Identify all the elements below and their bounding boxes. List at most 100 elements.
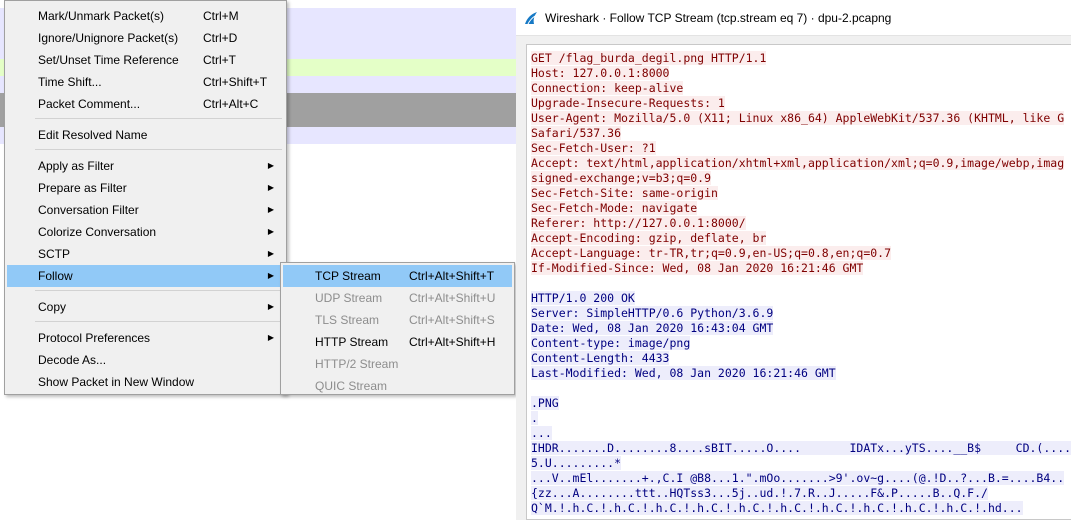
- stream-line-text: Server: SimpleHTTP/0.6 Python/3.6.9: [531, 306, 774, 320]
- stream-line-text: Content-type: image/png: [531, 336, 691, 350]
- server-stream-line: Content-Length: 4433: [531, 351, 670, 366]
- stream-line-text: IHDR.......D........8....sBIT.....O.... …: [531, 441, 1071, 455]
- client-stream-line: Accept-Encoding: gzip, deflate, br: [531, 231, 767, 246]
- window-title: Wireshark · Follow TCP Stream (tcp.strea…: [545, 11, 892, 25]
- follow-submenu: TCP Stream Ctrl+Alt+Shift+T UDP Stream Ctrl…: [280, 262, 515, 395]
- menu-item-label: Colorize Conversation: [38, 225, 157, 239]
- submenu-item-http-2-stream: HTTP/2 Stream: [283, 353, 512, 375]
- menu-item-label: Packet Comment...: [38, 97, 141, 111]
- menu-item-protocol-preferences[interactable]: Protocol Preferences ▶: [7, 327, 284, 349]
- menu-separator: [35, 321, 282, 322]
- follow-tcp-stream-window: Wireshark · Follow TCP Stream (tcp.strea…: [516, 0, 1071, 520]
- stream-content-pane[interactable]: GET /flag_burda_degil.png HTTP/1.1 Host: …: [526, 44, 1071, 520]
- stream-line-text: Referer: http://127.0.0.1:8000/: [531, 216, 746, 230]
- submenu-item-tcp-stream[interactable]: TCP Stream Ctrl+Alt+Shift+T: [283, 265, 512, 287]
- menu-item-shortcut: Ctrl+Alt+Shift+H: [409, 335, 496, 349]
- submenu-arrow-icon: ▶: [267, 183, 274, 192]
- server-stream-line: 5.U.........*: [531, 456, 622, 471]
- menu-item-shortcut: Ctrl+M: [203, 9, 239, 23]
- menu-item-label: Time Shift...: [38, 75, 102, 89]
- client-stream-line: Connection: keep-alive: [531, 81, 684, 96]
- client-stream-line: Referer: http://127.0.0.1:8000/: [531, 216, 746, 231]
- submenu-arrow-icon: ▶: [267, 161, 274, 170]
- server-stream-line: .PNG: [531, 396, 559, 411]
- menu-item-shortcut: Ctrl+T: [203, 53, 236, 67]
- client-stream-line: If-Modified-Since: Wed, 08 Jan 2020 16:2…: [531, 261, 864, 276]
- client-stream-line: Sec-Fetch-User: ?1: [531, 141, 656, 156]
- client-stream-line: Accept: text/html,application/xhtml+xml,…: [531, 156, 1065, 171]
- stream-line-text: Date: Wed, 08 Jan 2020 16:43:04 GMT: [531, 321, 774, 335]
- submenu-arrow-icon: ▶: [267, 333, 274, 342]
- menu-item-label: Edit Resolved Name: [38, 128, 148, 142]
- server-stream-line: ...: [531, 426, 552, 441]
- stream-line-text: Sec-Fetch-Mode: navigate: [531, 201, 698, 215]
- wireshark-fin-icon: [525, 12, 537, 25]
- menu-item-label: Ignore/Unignore Packet(s): [38, 31, 179, 45]
- menu-item-shortcut: Ctrl+D: [203, 31, 238, 45]
- stream-line-text: Host: 127.0.0.1:8000: [531, 66, 670, 80]
- submenu-item-udp-stream: UDP Stream Ctrl+Alt+Shift+U: [283, 287, 512, 309]
- stream-line-text: If-Modified-Since: Wed, 08 Jan 2020 16:2…: [531, 261, 864, 275]
- client-stream-line: Sec-Fetch-Site: same-origin: [531, 186, 718, 201]
- server-stream-line: Last-Modified: Wed, 08 Jan 2020 16:21:46…: [531, 366, 836, 381]
- menu-item-follow[interactable]: Follow ▶: [7, 265, 284, 287]
- window-titlebar[interactable]: Wireshark · Follow TCP Stream (tcp.strea…: [516, 0, 1071, 36]
- submenu-arrow-icon: ▶: [267, 205, 274, 214]
- stream-line-text: Sec-Fetch-Site: same-origin: [531, 186, 718, 200]
- stream-line-text: Accept-Encoding: gzip, deflate, br: [531, 231, 767, 245]
- menu-separator: [35, 149, 282, 150]
- menu-item-label: Prepare as Filter: [38, 181, 127, 195]
- stream-line-text: GET /flag_burda_degil.png HTTP/1.1: [531, 51, 767, 65]
- menu-item-colorize-conversation[interactable]: Colorize Conversation ▶: [7, 221, 284, 243]
- stream-line-text: User-Agent: Mozilla/5.0 (X11; Linux x86_…: [531, 111, 1065, 125]
- menu-item-conversation-filter[interactable]: Conversation Filter ▶: [7, 199, 284, 221]
- stream-line-text: HTTP/1.0 200 OK: [531, 291, 635, 305]
- server-stream-line: Server: SimpleHTTP/0.6 Python/3.6.9: [531, 306, 774, 321]
- stream-line-text: Connection: keep-alive: [531, 81, 684, 95]
- menu-item-label: Protocol Preferences: [38, 331, 151, 345]
- submenu-arrow-icon: ▶: [267, 249, 274, 258]
- stream-line-text: Safari/537.36: [531, 126, 622, 140]
- stream-line-text: {zz...A........ttt..HQTss3...5j..ud.!.7.…: [531, 486, 988, 500]
- stream-line-text: .: [531, 411, 538, 425]
- submenu-item-http-stream[interactable]: HTTP Stream Ctrl+Alt+Shift+H: [283, 331, 512, 353]
- stream-line-text: ...: [531, 426, 552, 440]
- menu-item-label: Mark/Unmark Packet(s): [38, 9, 165, 23]
- menu-item-mark-unmark-packet-s[interactable]: Mark/Unmark Packet(s) Ctrl+M: [7, 5, 284, 27]
- menu-item-apply-as-filter[interactable]: Apply as Filter ▶: [7, 155, 284, 177]
- client-stream-line: Upgrade-Insecure-Requests: 1: [531, 96, 725, 111]
- menu-item-decode-as[interactable]: Decode As...: [7, 349, 284, 371]
- stream-line-text: 5.U.........*: [531, 456, 622, 470]
- submenu-arrow-icon: ▶: [267, 302, 274, 311]
- server-stream-line: IHDR.......D........8....sBIT.....O.... …: [531, 441, 1071, 456]
- server-stream-line: .: [531, 411, 538, 426]
- menu-item-ignore-unignore-packet-s[interactable]: Ignore/Unignore Packet(s) Ctrl+D: [7, 27, 284, 49]
- server-stream-line: HTTP/1.0 200 OK: [531, 291, 635, 306]
- client-stream-line: signed-exchange;v=b3;q=0.9: [531, 171, 712, 186]
- stream-line-text: .PNG: [531, 396, 559, 410]
- client-stream-line: GET /flag_burda_degil.png HTTP/1.1: [531, 51, 767, 66]
- menu-item-sctp[interactable]: SCTP ▶: [7, 243, 284, 265]
- menu-item-time-shift[interactable]: Time Shift... Ctrl+Shift+T: [7, 71, 284, 93]
- menu-item-prepare-as-filter[interactable]: Prepare as Filter ▶: [7, 177, 284, 199]
- menu-item-show-packet-in-new-window[interactable]: Show Packet in New Window: [7, 371, 284, 393]
- submenu-arrow-icon: ▶: [267, 227, 274, 236]
- menu-item-label: TCP Stream: [315, 269, 381, 283]
- menu-item-label: Conversation Filter: [38, 203, 139, 217]
- menu-item-shortcut: Ctrl+Alt+Shift+T: [409, 269, 495, 283]
- server-stream-line: Date: Wed, 08 Jan 2020 16:43:04 GMT: [531, 321, 774, 336]
- menu-item-label: HTTP Stream: [315, 335, 389, 349]
- menu-item-label: Copy: [38, 300, 67, 314]
- menu-item-label: SCTP: [38, 247, 71, 261]
- menu-item-label: Show Packet in New Window: [38, 375, 195, 389]
- stream-line-text: Q`M.!.h.C.!.h.C.!.h.C.!.h.C.!.h.C.!.h.C.…: [531, 501, 1023, 515]
- menu-item-label: Set/Unset Time Reference: [38, 53, 179, 67]
- stream-line-text: Accept: text/html,application/xhtml+xml,…: [531, 156, 1065, 170]
- menu-item-edit-resolved-name[interactable]: Edit Resolved Name: [7, 124, 284, 146]
- packet-context-menu: Mark/Unmark Packet(s) Ctrl+M Ignore/Unigno…: [4, 0, 287, 395]
- stream-line-text: Content-Length: 4433: [531, 351, 670, 365]
- menu-item-packet-comment[interactable]: Packet Comment... Ctrl+Alt+C: [7, 93, 284, 115]
- menu-item-set-unset-time-reference[interactable]: Set/Unset Time Reference Ctrl+T: [7, 49, 284, 71]
- menu-item-copy[interactable]: Copy ▶: [7, 296, 284, 318]
- submenu-item-quic-stream: QUIC Stream: [283, 375, 512, 397]
